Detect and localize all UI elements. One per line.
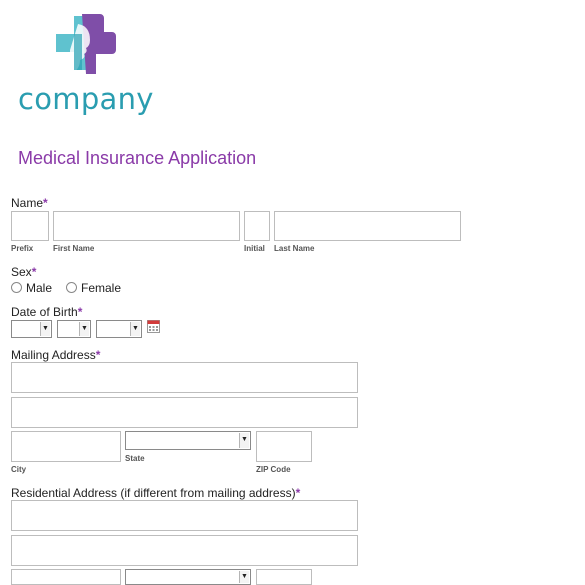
residential-address-label-text: Residential Address (if different from m…	[11, 486, 296, 500]
company-logo: company	[0, 0, 160, 120]
dob-label: Date of Birth*	[11, 305, 82, 319]
first-name-sublabel: First Name	[53, 244, 95, 253]
dob-label-text: Date of Birth	[11, 305, 78, 319]
state-sublabel: State	[125, 454, 145, 463]
zip-sublabel: ZIP Code	[256, 465, 291, 474]
required-asterisk: *	[295, 486, 301, 500]
medical-cross-logo-icon	[56, 14, 116, 74]
calendar-icon[interactable]	[147, 320, 160, 333]
male-option-label: Male	[26, 281, 53, 295]
name-label: Name*	[11, 196, 48, 210]
dob-month-select[interactable]: ▼	[11, 320, 52, 338]
residential-zip-input[interactable]	[256, 569, 312, 585]
form-title: Medical Insurance Application	[18, 148, 257, 168]
last-name-input[interactable]	[274, 211, 461, 241]
residential-address-label: Residential Address (if different from m…	[11, 486, 300, 500]
sex-label: Sex*	[11, 265, 36, 279]
residential-street-line1-input[interactable]	[11, 500, 358, 531]
dob-year-select[interactable]: ▼	[96, 320, 142, 338]
female-radio[interactable]	[66, 282, 77, 293]
residential-city-input[interactable]	[11, 569, 121, 585]
initial-sublabel: Initial	[244, 244, 265, 253]
dob-day-select[interactable]: ▼	[57, 320, 91, 338]
city-sublabel: City	[11, 465, 27, 474]
chevron-down-icon: ▼	[239, 433, 249, 448]
mailing-state-select[interactable]: ▼	[125, 431, 251, 450]
chevron-down-icon: ▼	[130, 322, 140, 336]
residential-street-line2-input[interactable]	[11, 535, 358, 566]
prefix-sublabel: Prefix	[11, 244, 34, 253]
male-radio[interactable]	[11, 282, 22, 293]
required-asterisk: *	[31, 265, 37, 279]
sex-label-text: Sex	[11, 265, 32, 279]
mailing-zip-input[interactable]	[256, 431, 312, 462]
first-name-input[interactable]	[53, 211, 240, 241]
name-label-text: Name	[11, 196, 44, 210]
required-asterisk: *	[43, 196, 48, 210]
required-asterisk: *	[77, 305, 83, 319]
company-logo-text: company	[18, 82, 154, 116]
mailing-city-input[interactable]	[11, 431, 121, 462]
mailing-street-line2-input[interactable]	[11, 397, 358, 428]
prefix-input[interactable]	[11, 211, 49, 241]
chevron-down-icon: ▼	[239, 571, 249, 583]
last-name-sublabel: Last Name	[274, 244, 315, 253]
required-asterisk: *	[95, 348, 101, 362]
mailing-address-label: Mailing Address*	[11, 348, 100, 362]
mailing-street-line1-input[interactable]	[11, 362, 358, 393]
residential-state-select[interactable]: ▼	[125, 569, 251, 585]
female-option-label: Female	[81, 281, 122, 295]
chevron-down-icon: ▼	[40, 322, 50, 336]
mailing-address-label-text: Mailing Address	[11, 348, 96, 362]
chevron-down-icon: ▼	[79, 322, 89, 336]
initial-input[interactable]	[244, 211, 270, 241]
